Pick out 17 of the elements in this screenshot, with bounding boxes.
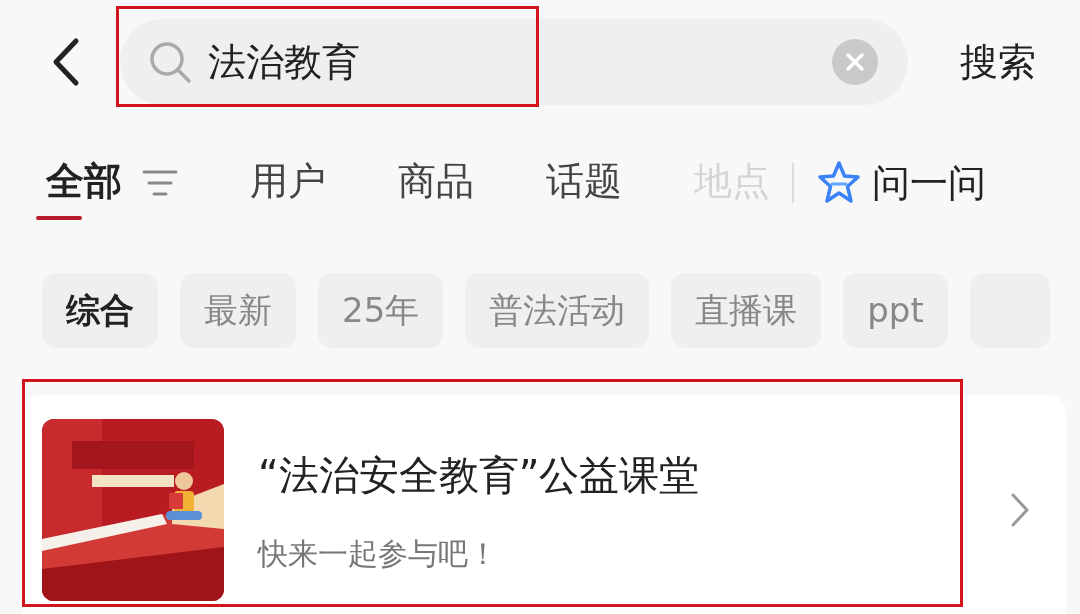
tab[interactable]: 商品: [398, 152, 474, 214]
tab-underline: [36, 216, 82, 220]
search-icon: [148, 40, 192, 84]
result-title: “法治安全教育”公益课堂: [258, 450, 701, 500]
star-icon[interactable]: [816, 160, 862, 206]
result-card[interactable]: “法治安全教育”公益课堂 快来一起参与吧！: [22, 395, 1066, 614]
search-bar[interactable]: 法治教育: [120, 19, 908, 105]
chevron-right-icon: [1010, 492, 1030, 528]
tab[interactable]: 全部: [46, 152, 122, 214]
filter-icon[interactable]: [142, 169, 178, 197]
result-subtitle: 快来一起参与吧！: [258, 534, 499, 573]
tab[interactable]: 用户: [250, 152, 326, 214]
filter-chip[interactable]: 综合: [42, 272, 158, 348]
ask-button[interactable]: 问一问: [872, 154, 986, 212]
tab[interactable]: 话题: [546, 152, 622, 214]
search-button[interactable]: 搜索: [960, 33, 1036, 91]
search-input[interactable]: 法治教育: [208, 33, 832, 91]
